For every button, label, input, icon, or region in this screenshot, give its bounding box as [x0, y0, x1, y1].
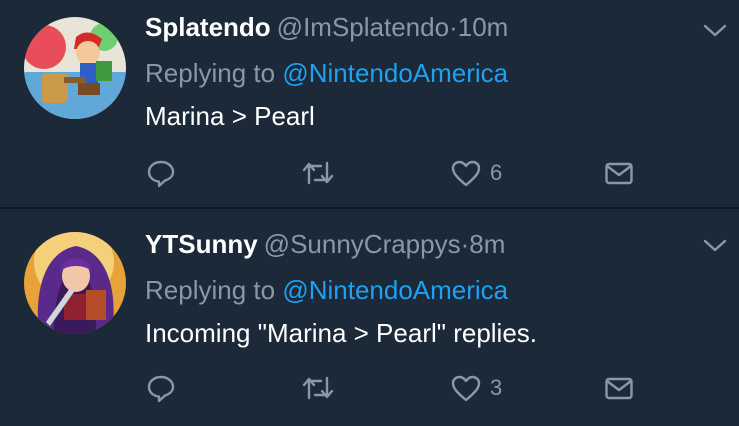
chevron-down-icon[interactable] [702, 22, 728, 40]
direct-message-icon [605, 162, 633, 185]
reply-icon [147, 160, 175, 188]
direct-message-button[interactable] [603, 370, 635, 406]
heart-icon [451, 375, 481, 402]
mention-link[interactable]: @NintendoAmerica [282, 275, 508, 305]
replying-prefix: Replying to [145, 275, 276, 305]
mention-link[interactable]: @NintendoAmerica [282, 58, 508, 88]
avatar[interactable] [24, 17, 126, 119]
tweet-text: Marina > Pearl [145, 101, 315, 131]
user-handle[interactable]: @SunnyCrappys [264, 229, 461, 259]
display-name[interactable]: YTSunny [145, 229, 258, 259]
tweet-header: YTSunny @SunnyCrappys·8m [145, 229, 505, 259]
tweet-header: Splatendo @ImSplatendo·10m [145, 12, 508, 42]
separator-dot: · [460, 229, 470, 259]
replying-prefix: Replying to [145, 58, 276, 88]
replying-to: Replying to @NintendoAmerica [145, 275, 508, 305]
retweet-icon [302, 376, 334, 400]
retweet-button[interactable] [300, 155, 336, 191]
tweet-actions: 3 [145, 370, 645, 406]
timestamp[interactable]: 10m [458, 12, 509, 42]
retweet-icon [302, 161, 334, 185]
tweet-actions: 6 [145, 155, 645, 191]
tweet[interactable]: Splatendo @ImSplatendo·10m Replying to @N… [0, 0, 739, 207]
like-count: 6 [490, 160, 503, 185]
replying-to: Replying to @NintendoAmerica [145, 58, 508, 88]
heart-icon [451, 160, 481, 187]
avatar[interactable] [24, 232, 126, 334]
retweet-button[interactable] [300, 370, 336, 406]
like-count: 3 [490, 375, 503, 400]
tweet-text: Incoming "Marina > Pearl" replies. [145, 318, 538, 348]
reply-icon [147, 375, 175, 403]
chevron-down-icon[interactable] [702, 237, 728, 255]
timestamp[interactable]: 8m [469, 229, 505, 259]
separator-dot: · [449, 12, 458, 42]
direct-message-button[interactable] [603, 155, 635, 191]
user-handle[interactable]: @ImSplatendo [277, 12, 449, 42]
direct-message-icon [605, 377, 633, 400]
display-name[interactable]: Splatendo [145, 12, 271, 42]
tweet[interactable]: YTSunny @SunnyCrappys·8m Replying to @Nin… [0, 209, 739, 426]
reply-button[interactable] [145, 155, 177, 191]
like-button[interactable]: 3 [450, 370, 502, 406]
tweet-feed: Splatendo @ImSplatendo·10m Replying to @N… [0, 0, 739, 426]
reply-button[interactable] [145, 370, 177, 406]
like-button[interactable]: 6 [450, 155, 502, 191]
